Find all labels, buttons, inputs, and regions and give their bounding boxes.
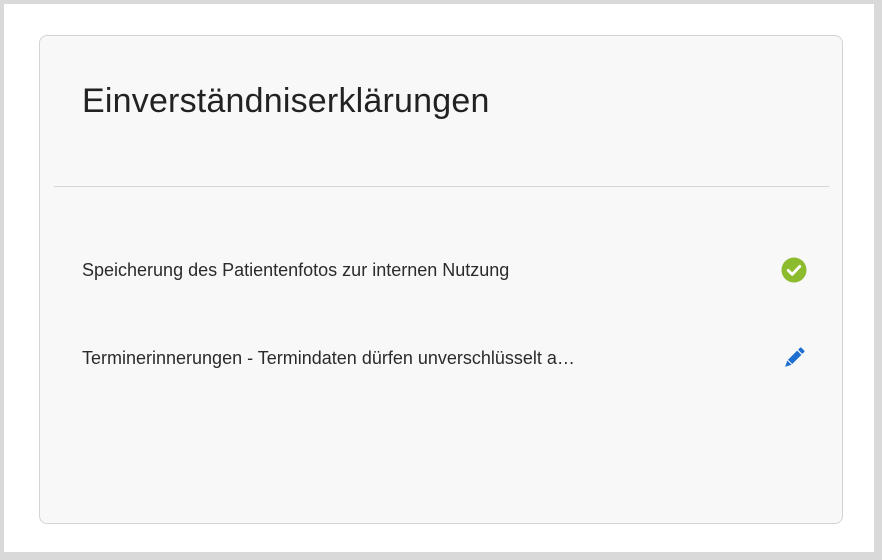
divider (54, 186, 829, 187)
consent-row-photo-storage: Speicherung des Patientenfotos zur inter… (82, 252, 812, 288)
consent-label: Speicherung des Patientenfotos zur inter… (82, 259, 510, 280)
consent-card: Einverständniserklärungen Speicherung de… (39, 35, 843, 524)
consent-label: Terminerinnerungen - Termindaten dürfen … (82, 347, 575, 368)
window-frame: Einverständniserklärungen Speicherung de… (4, 4, 874, 552)
pencil-icon[interactable] (776, 340, 812, 376)
check-circle-icon (776, 252, 812, 288)
consent-row-appointment-reminders: Terminerinnerungen - Termindaten dürfen … (82, 340, 812, 376)
card-title: Einverständniserklärungen (82, 82, 490, 120)
